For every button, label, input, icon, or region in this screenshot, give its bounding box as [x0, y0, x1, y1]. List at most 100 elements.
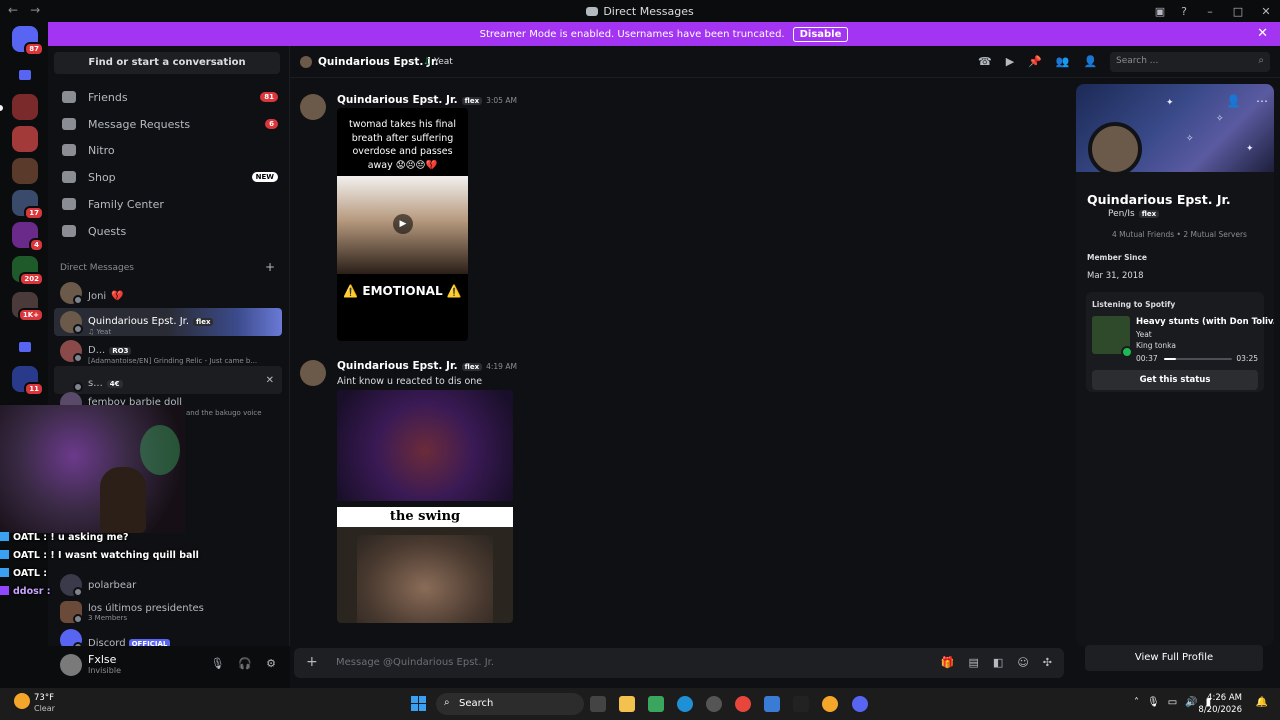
microphone-icon[interactable]: 🎙: [210, 657, 224, 670]
home-dm-button[interactable]: 87: [12, 26, 44, 56]
server-icon[interactable]: 202: [12, 256, 44, 286]
gift-icon[interactable]: 🎁: [941, 656, 955, 669]
clan-tag: flex: [193, 317, 214, 326]
avatar: [60, 574, 83, 597]
chat-line: OATL :: [0, 568, 47, 579]
dm-item[interactable]: los últimos presidentes 3 Members: [54, 598, 282, 626]
start-button[interactable]: [411, 696, 427, 712]
disable-streamer-button[interactable]: Disable: [792, 26, 849, 42]
avatar: [60, 369, 83, 392]
app-icon[interactable]: [706, 696, 722, 712]
profile-card: ✦ ✧ ✦ ✧ 👤 ⋯ Quindarious Epst. Jr. Pen/Is…: [1076, 84, 1274, 646]
task-view-icon[interactable]: [590, 696, 606, 712]
server-folder[interactable]: [12, 62, 38, 88]
weather-icon[interactable]: [14, 693, 30, 709]
star-decoration: ✦: [1166, 98, 1174, 108]
settings-gear-icon[interactable]: ⚙: [266, 657, 276, 670]
user-avatar[interactable]: [60, 654, 82, 676]
voice-call-icon[interactable]: ☎: [978, 55, 992, 68]
sticker-icon[interactable]: ◧: [993, 656, 1003, 669]
nav-nitro[interactable]: Nitro: [54, 138, 282, 162]
add-friend-icon[interactable]: 👤: [1226, 94, 1241, 108]
author-avatar[interactable]: [300, 94, 326, 120]
get-this-status-button[interactable]: Get this status: [1092, 370, 1258, 390]
twitch-icon: [0, 568, 9, 577]
track-progress: [1164, 358, 1232, 360]
avatar: [60, 340, 83, 363]
dm-item[interactable]: polarbear: [54, 571, 282, 599]
clock[interactable]: 4:26 AM 8/20/2026: [1198, 692, 1242, 716]
volume-icon[interactable]: 🔊: [1185, 697, 1197, 708]
close-window-button[interactable]: ✕: [1252, 5, 1280, 18]
inbox-icon[interactable]: ▣: [1148, 5, 1172, 18]
nav-message-requests[interactable]: Message Requests 6: [54, 112, 282, 136]
find-conversation-button[interactable]: Find or start a conversation: [54, 52, 280, 74]
search-icon: ⌕: [444, 697, 450, 708]
dm-sidebar: Find or start a conversation Friends 81 …: [48, 46, 290, 688]
dm-item[interactable]: D... RO3 [Adamantoise/EN] Grinding Relic …: [54, 337, 282, 365]
image-attachment[interactable]: [337, 390, 513, 501]
apps-icon[interactable]: ✣: [1043, 656, 1052, 669]
more-options-icon[interactable]: ⋯: [1256, 94, 1268, 108]
gif-icon[interactable]: ▤: [969, 656, 979, 669]
video-call-icon[interactable]: ▶: [1006, 55, 1014, 68]
server-icon[interactable]: 4: [12, 222, 44, 252]
edge-icon[interactable]: [677, 696, 693, 712]
close-icon[interactable]: ✕: [1257, 26, 1268, 41]
search-input[interactable]: Search ... ⌕: [1110, 52, 1270, 72]
upload-plus-icon[interactable]: +: [306, 654, 318, 670]
taskbar-search[interactable]: ⌕ Search: [436, 693, 584, 715]
dm-item-active[interactable]: Quindarious Epst. Jr. flex ♫ Yeat: [54, 308, 282, 336]
chat-line: ddosr :: [0, 586, 51, 597]
pin-icon[interactable]: 📌: [1028, 55, 1042, 68]
chrome-icon[interactable]: [735, 696, 751, 712]
network-icon[interactable]: ▭: [1168, 697, 1177, 708]
search-icon: ⌕: [1258, 55, 1264, 66]
chevron-up-icon[interactable]: ˄: [1134, 697, 1139, 708]
discord-taskbar-icon[interactable]: [852, 696, 868, 712]
obs-icon[interactable]: [793, 696, 809, 712]
microphone-tray-icon[interactable]: 🎙: [1147, 697, 1160, 708]
help-icon[interactable]: ?: [1172, 5, 1196, 18]
dm-item[interactable]: Joni 💔: [54, 279, 282, 307]
nav-shop[interactable]: Shop NEW: [54, 165, 282, 189]
close-dm-icon[interactable]: ✕: [266, 375, 274, 386]
notification-bell-icon[interactable]: 🔔: [1256, 697, 1268, 708]
mutual-servers-link[interactable]: 2 Mutual Servers: [1183, 230, 1247, 239]
server-icon[interactable]: [12, 158, 38, 184]
store-icon[interactable]: [648, 696, 664, 712]
twitch-icon: [0, 532, 9, 541]
image-attachment[interactable]: the swing: [337, 507, 513, 623]
minimize-button[interactable]: –: [1196, 5, 1224, 18]
nav-quests[interactable]: Quests: [54, 219, 282, 243]
author-avatar[interactable]: [300, 360, 326, 386]
family-icon: [62, 198, 76, 210]
chat-line: OATL : ! I wasnt watching quill ball: [0, 550, 199, 561]
nav-family-center[interactable]: Family Center: [54, 192, 282, 216]
photos-icon[interactable]: [764, 696, 780, 712]
headphones-icon[interactable]: 🎧: [238, 657, 252, 670]
play-icon[interactable]: ▶: [393, 214, 413, 234]
friends-icon: [62, 91, 76, 103]
mutual-friends-link[interactable]: 4 Mutual Friends: [1112, 230, 1174, 239]
server-icon[interactable]: [12, 94, 38, 120]
server-folder[interactable]: [12, 334, 38, 360]
file-explorer-icon[interactable]: [619, 696, 635, 712]
track-progress-fill: [1164, 358, 1177, 360]
profile-avatar: [1088, 122, 1142, 176]
server-icon[interactable]: 1K+: [12, 292, 44, 322]
nav-friends[interactable]: Friends 81: [54, 85, 282, 109]
server-icon[interactable]: 17: [12, 190, 44, 220]
server-icon[interactable]: [12, 126, 38, 152]
add-friends-icon[interactable]: 👥: [1056, 55, 1070, 68]
server-icon[interactable]: 11: [12, 366, 44, 396]
emoji-icon[interactable]: ☺: [1017, 656, 1028, 669]
create-dm-icon[interactable]: +: [265, 260, 275, 274]
maximize-button[interactable]: □: [1224, 5, 1252, 18]
view-full-profile-button[interactable]: View Full Profile: [1085, 645, 1263, 671]
message-composer[interactable]: + Message @Quindarious Epst. Jr. 🎁 ▤ ◧ ☺…: [294, 648, 1064, 678]
message-list: Quindarious Epst. Jr. flex 3:05 AM twomad …: [290, 78, 1074, 646]
user-profile-icon[interactable]: 👤: [1084, 55, 1098, 68]
chrome-canary-icon[interactable]: [822, 696, 838, 712]
video-attachment[interactable]: twomad takes his final breath after suff…: [337, 108, 468, 341]
